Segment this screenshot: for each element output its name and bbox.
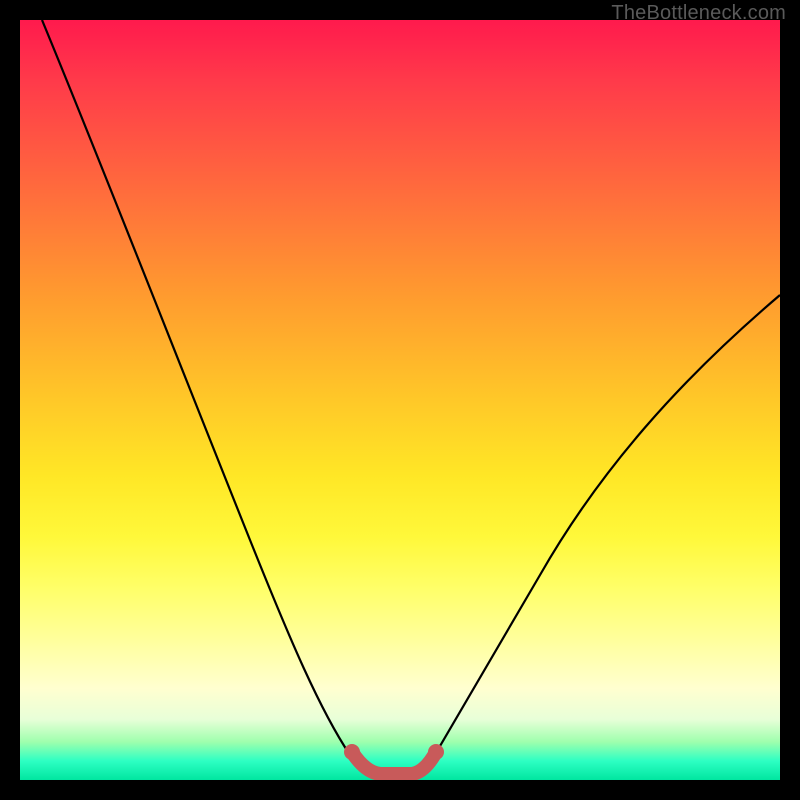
- left-branch-curve: [42, 20, 362, 770]
- highlight-dot-left: [344, 744, 360, 760]
- highlight-dot-right: [428, 744, 444, 760]
- right-branch-curve: [426, 295, 780, 770]
- curve-layer: [20, 20, 780, 780]
- plot-area: [20, 20, 780, 780]
- chart-frame: TheBottleneck.com: [0, 0, 800, 800]
- valley-highlight: [352, 752, 436, 774]
- watermark-text: TheBottleneck.com: [611, 2, 786, 25]
